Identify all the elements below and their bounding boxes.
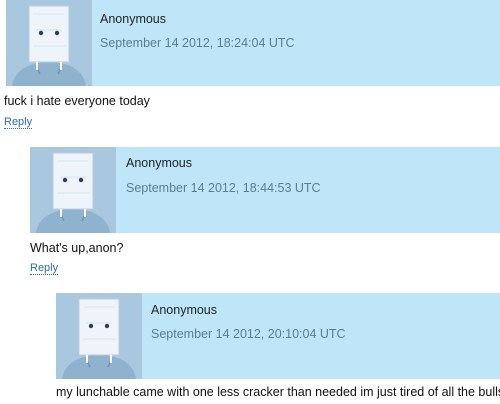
comment-author[interactable]: Anonymous <box>151 303 217 317</box>
comment-body: my lunchable came with one less cracker … <box>56 385 500 399</box>
comment: Anonymous September 14 2012, 20:10:04 UT… <box>0 0 500 404</box>
comment-timestamp: September 14 2012, 20:10:04 UTC <box>151 327 346 341</box>
avatar[interactable] <box>56 293 142 379</box>
paper-bag-head-avatar-icon <box>56 293 142 379</box>
